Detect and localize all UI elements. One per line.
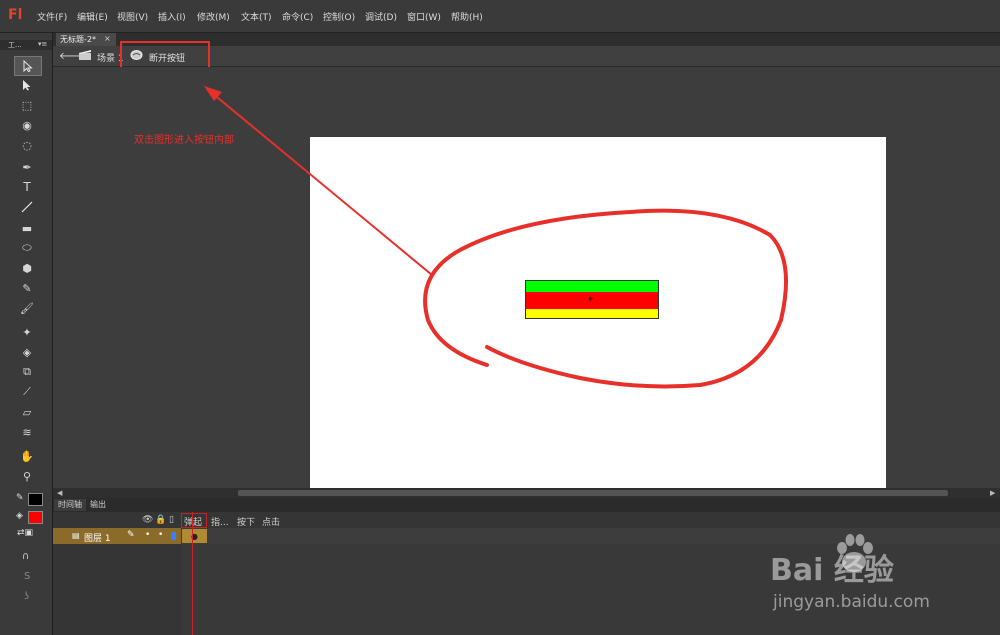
lock-icon[interactable]: 🔒	[155, 515, 166, 525]
frame-label-down[interactable]: 按下	[237, 515, 255, 528]
timeline-tab-bar	[53, 498, 1000, 512]
eye-icon[interactable]: 👁	[142, 515, 153, 525]
layers-panel	[53, 544, 182, 635]
tab-output[interactable]: 输出	[86, 499, 110, 511]
frame-label-hit[interactable]: 点击	[262, 515, 280, 528]
scrollbar-thumb[interactable]	[238, 490, 948, 496]
layer-visible-dot[interactable]: •	[145, 530, 150, 540]
scroll-right-icon[interactable]: ▶	[990, 489, 995, 497]
frames-row[interactable]	[181, 528, 1000, 544]
frame-label-up[interactable]: 弹起	[184, 515, 202, 528]
annotation-text: 双击图形进入按钮内部	[134, 135, 234, 146]
layer-name[interactable]: 图层 1	[84, 531, 111, 544]
watermark-url: jingyan.baidu.com	[773, 592, 930, 612]
scroll-left-icon[interactable]: ◀	[57, 489, 62, 497]
playhead[interactable]	[192, 512, 193, 635]
outline-icon[interactable]: ▯	[169, 515, 174, 525]
frame-label-over[interactable]: 指...	[211, 515, 229, 528]
tab-timeline[interactable]: 时间轴	[54, 499, 86, 511]
layer-icon: ▤	[72, 531, 80, 540]
layer-outline-color[interactable]	[171, 532, 176, 540]
annotation-arrow-line	[211, 92, 433, 276]
paw-icon	[832, 532, 876, 576]
layer-lock-dot[interactable]: •	[158, 530, 163, 540]
layer-pencil-icon[interactable]: ✎	[127, 530, 135, 540]
annotation-circle	[423, 208, 788, 389]
